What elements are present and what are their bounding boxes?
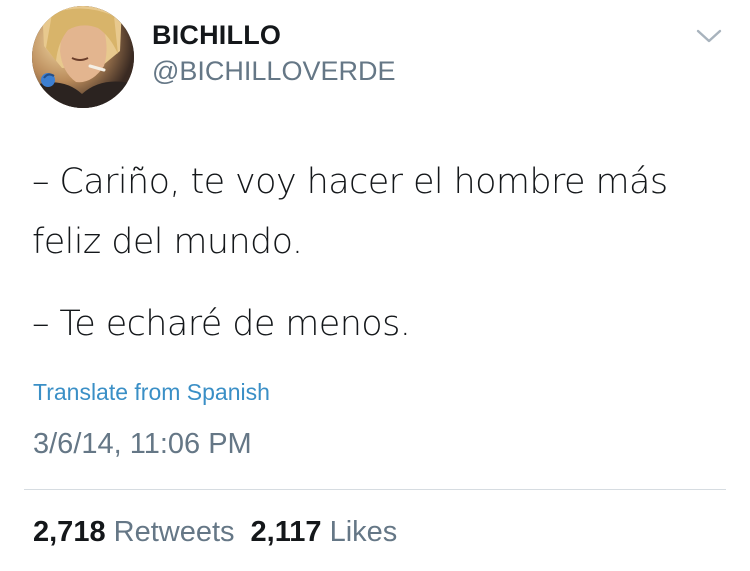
retweets-label: Retweets <box>113 516 235 548</box>
divider <box>24 489 726 490</box>
tweet-stats: 2,718 Retweets 2,117 Likes <box>33 516 397 549</box>
retweets-count: 2,718 <box>33 516 106 548</box>
tweet-timestamp[interactable]: 3/6/14, 11:06 PM <box>33 428 252 461</box>
likes-stat[interactable]: 2,117 Likes <box>251 516 398 548</box>
tweet-text-line: – Cariño, te voy hacer el hombre más fel… <box>32 162 668 262</box>
tweet-text-line: – Te echaré de menos. <box>32 304 411 344</box>
likes-label: Likes <box>329 516 398 548</box>
author-display-name[interactable]: BICHILLO <box>152 20 281 51</box>
retweets-stat[interactable]: 2,718 Retweets <box>33 516 235 548</box>
likes-count: 2,117 <box>250 516 322 548</box>
translate-link[interactable]: Translate from Spanish <box>33 379 270 406</box>
avatar-portrait-image <box>32 6 134 108</box>
chevron-down-icon[interactable] <box>695 26 723 46</box>
avatar[interactable] <box>32 6 134 108</box>
author-handle[interactable]: @BICHILLOVERDE <box>152 56 395 87</box>
tweet-text: – Cariño, te voy hacer el hombre más fel… <box>32 152 722 354</box>
